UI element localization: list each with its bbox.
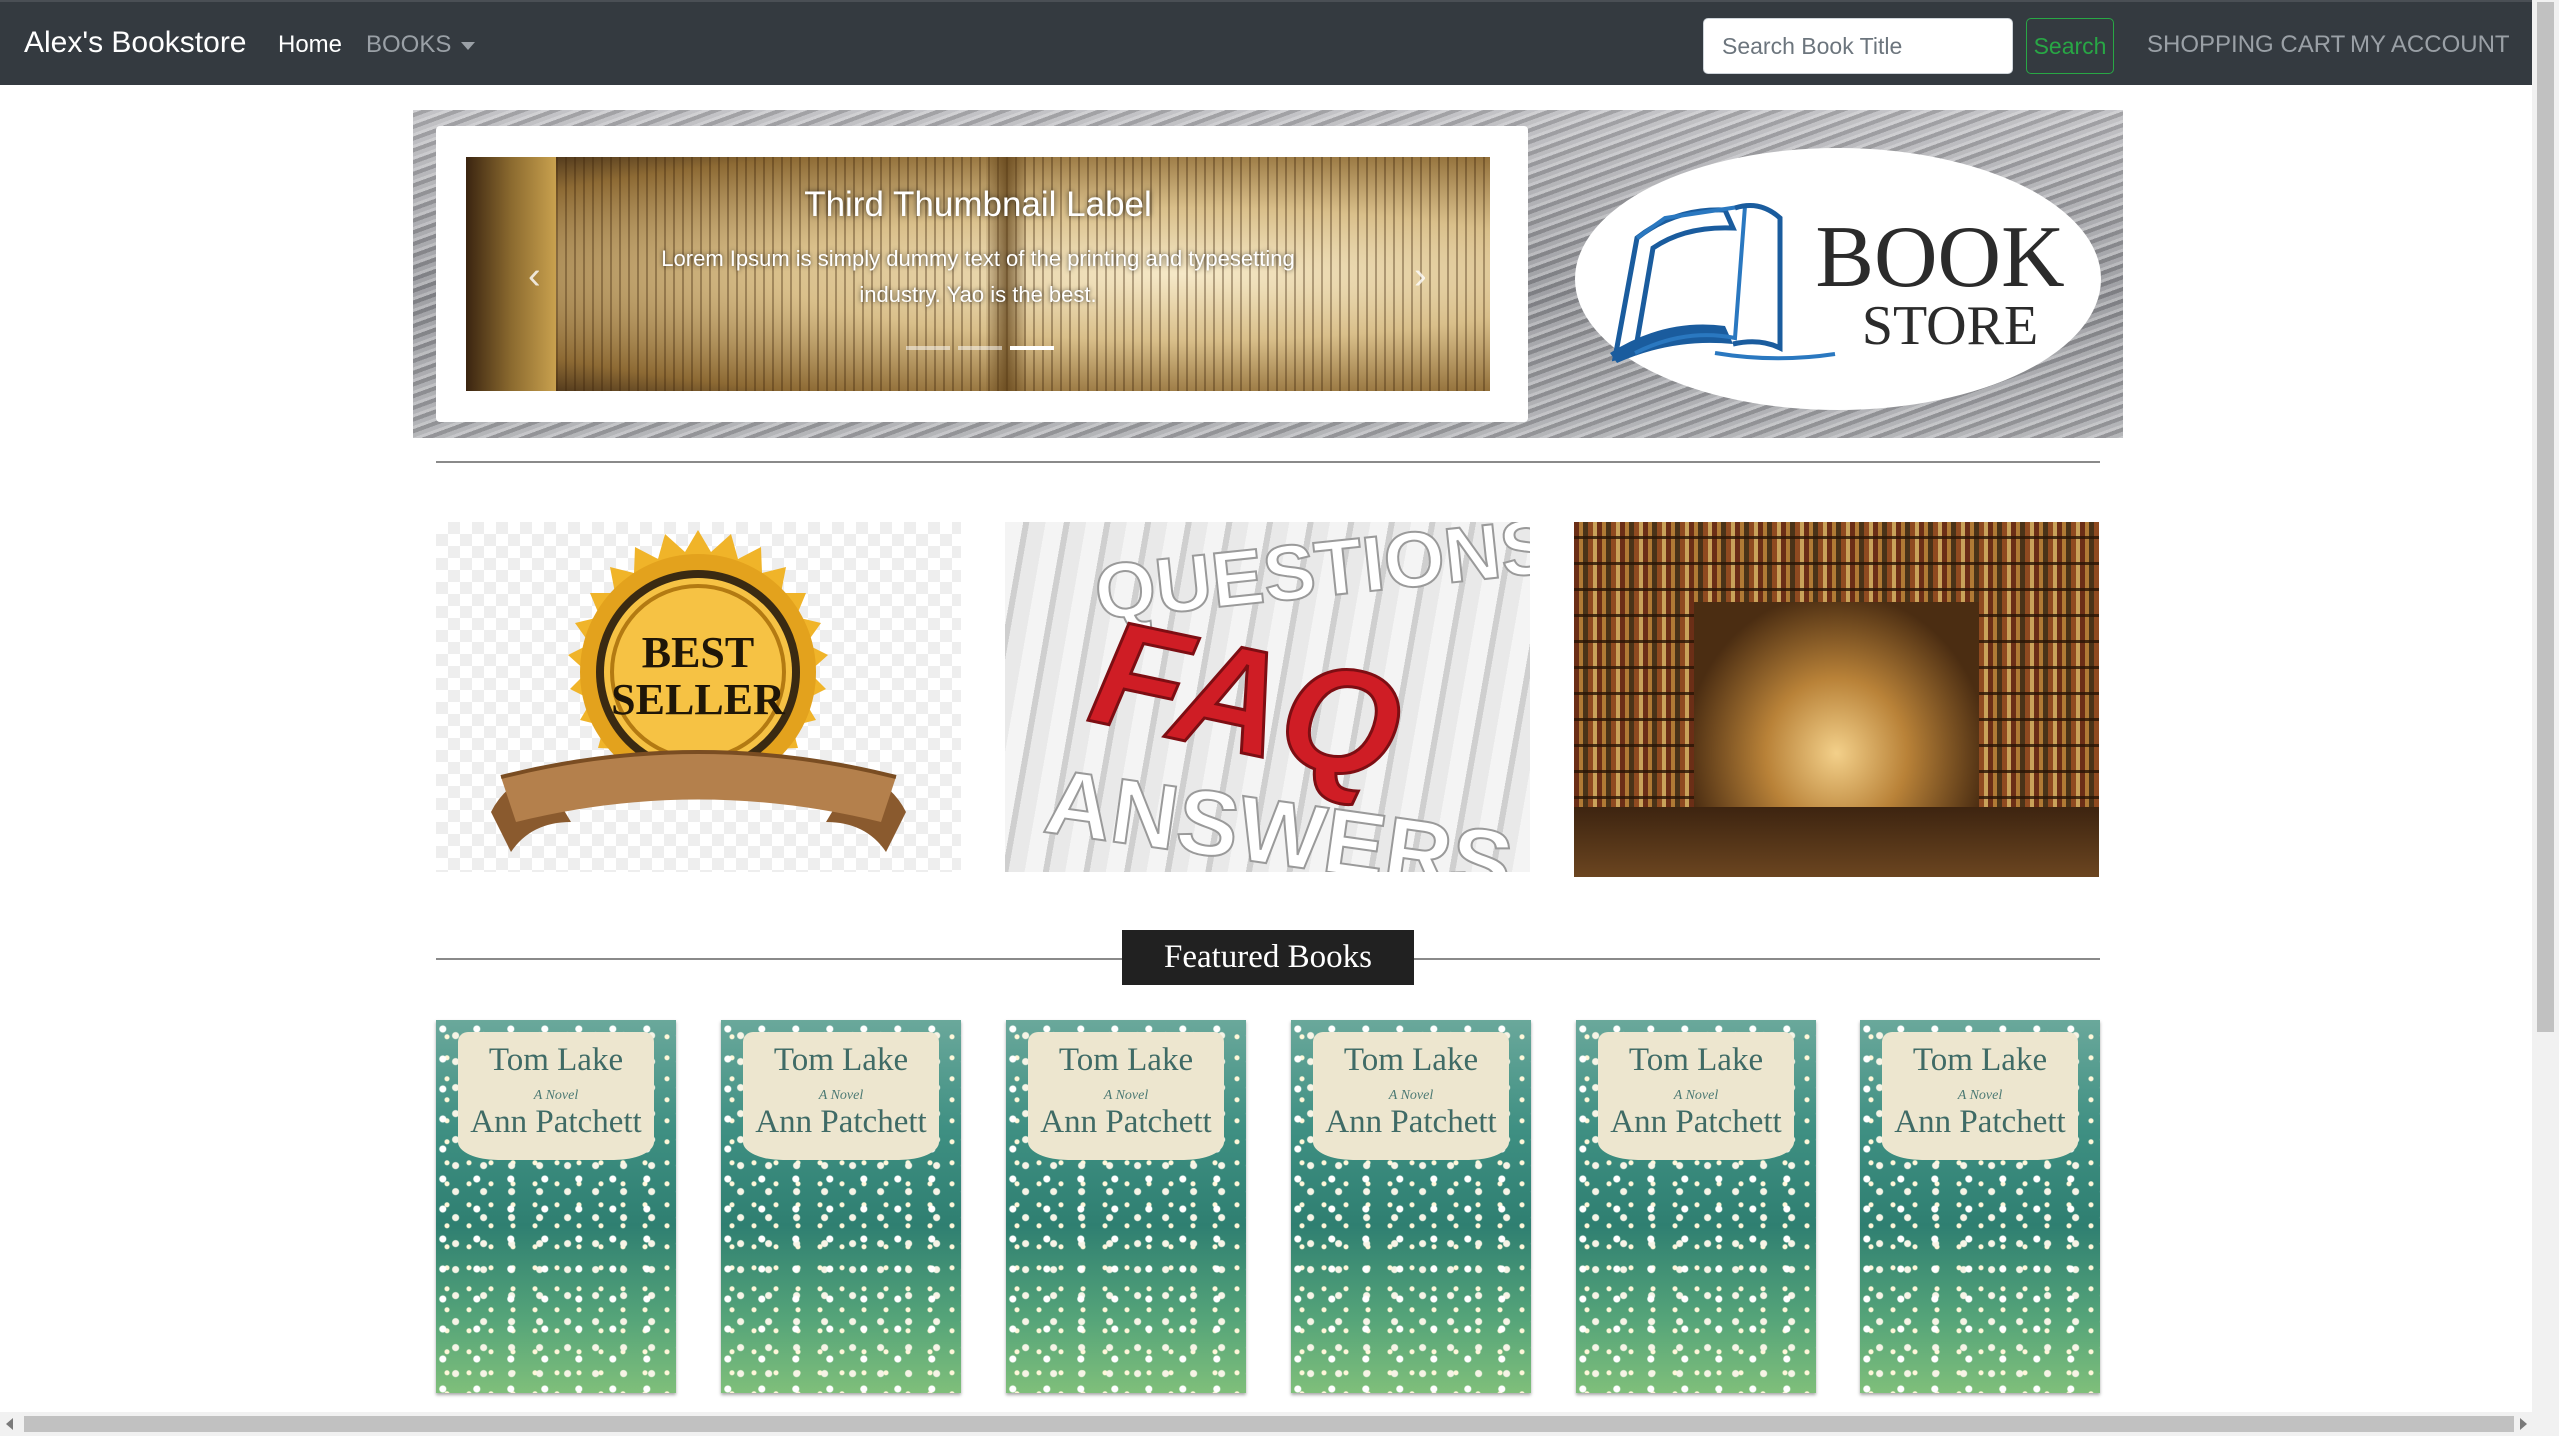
logo-line2: STORE — [1862, 295, 2038, 357]
carousel-frame: Third Thumbnail Label Lorem Ipsum is sim… — [436, 126, 1528, 422]
nav-books-dropdown[interactable]: BOOKS — [366, 31, 476, 59]
book-subtitle: A Novel — [533, 1088, 579, 1103]
horizontal-scrollbar[interactable] — [0, 1412, 2559, 1436]
best-seller-line1: BEST — [642, 628, 755, 677]
featured-book-card[interactable]: Tom Lake A Novel Ann Patchett — [1291, 1020, 1531, 1393]
brand-link[interactable]: Alex's Bookstore — [24, 26, 247, 60]
book-subtitle: A Novel — [818, 1088, 864, 1103]
featured-book-card[interactable]: Tom Lake A Novel Ann Patchett — [436, 1020, 676, 1393]
vertical-scrollbar[interactable] — [2532, 0, 2559, 1412]
best-seller-badge-icon: BEST SELLER — [491, 530, 906, 852]
book-author: Ann Patchett — [1894, 1104, 2066, 1140]
book-cover-label: Tom Lake A Novel Ann Patchett — [743, 1032, 939, 1160]
library-tile[interactable] — [1574, 522, 2099, 877]
carousel-prev-icon[interactable]: ‹ — [528, 255, 558, 297]
book-cover-label: Tom Lake A Novel Ann Patchett — [1882, 1032, 2078, 1160]
nav-home-link[interactable]: Home — [278, 31, 342, 59]
book-author: Ann Patchett — [1040, 1104, 1212, 1140]
search-input[interactable] — [1703, 18, 2013, 74]
book-cover-label: Tom Lake A Novel Ann Patchett — [458, 1032, 654, 1160]
book-title: Tom Lake — [1058, 1042, 1194, 1078]
best-seller-tile[interactable]: BEST SELLER — [436, 522, 961, 872]
book-author: Ann Patchett — [470, 1104, 642, 1140]
book-cover-label: Tom Lake A Novel Ann Patchett — [1313, 1032, 1509, 1160]
scroll-right-icon[interactable] — [2520, 1418, 2527, 1430]
vertical-scrollbar-thumb[interactable] — [2537, 2, 2554, 1032]
featured-book-card[interactable]: Tom Lake A Novel Ann Patchett — [1006, 1020, 1246, 1393]
nav-books-label: BOOKS — [366, 31, 452, 58]
open-book-icon: BOOK STORE — [1610, 203, 2065, 363]
carousel-caption-title: Third Thumbnail Label — [804, 185, 1152, 224]
carousel-indicators — [906, 346, 1056, 350]
carousel-indicator-1[interactable] — [906, 346, 950, 350]
book-subtitle: A Novel — [1388, 1088, 1434, 1103]
library-floor-image — [1574, 807, 2099, 877]
book-title: Tom Lake — [1343, 1042, 1479, 1078]
carousel-indicator-2[interactable] — [958, 346, 1002, 350]
featured-book-card[interactable]: Tom Lake A Novel Ann Patchett — [721, 1020, 961, 1393]
book-subtitle: A Novel — [1673, 1088, 1719, 1103]
book-subtitle: A Novel — [1103, 1088, 1149, 1103]
book-subtitle: A Novel — [1957, 1088, 2003, 1103]
carousel-next-icon[interactable]: › — [1414, 255, 1444, 297]
featured-book-card[interactable]: Tom Lake A Novel Ann Patchett — [1576, 1020, 1816, 1393]
featured-book-card[interactable]: Tom Lake A Novel Ann Patchett — [1860, 1020, 2100, 1393]
book-author: Ann Patchett — [1325, 1104, 1497, 1140]
chevron-down-icon — [461, 41, 476, 50]
book-title: Tom Lake — [1912, 1042, 2048, 1078]
carousel-slide-image: Third Thumbnail Label Lorem Ipsum is sim… — [466, 157, 1490, 391]
book-author: Ann Patchett — [755, 1104, 927, 1140]
section-divider — [436, 461, 2100, 463]
carousel-caption-text: Lorem Ipsum is simply dummy text of the … — [661, 246, 1295, 307]
book-title: Tom Lake — [1628, 1042, 1764, 1078]
faq-tile[interactable]: QUESTIONS ANSWERS FAQ — [1005, 522, 1530, 872]
faq-graphic: QUESTIONS ANSWERS FAQ — [1038, 522, 1530, 872]
nav-my-account-link[interactable]: MY ACCOUNT — [2350, 31, 2510, 59]
scroll-left-icon[interactable] — [6, 1418, 13, 1430]
carousel-indicator-3[interactable] — [1010, 346, 1054, 350]
best-seller-line2: SELLER — [611, 675, 786, 724]
book-cover-label: Tom Lake A Novel Ann Patchett — [1598, 1032, 1794, 1160]
hero-banner: Third Thumbnail Label Lorem Ipsum is sim… — [413, 110, 2123, 438]
featured-books-heading: Featured Books — [1122, 930, 1414, 985]
search-button[interactable]: Search — [2026, 18, 2114, 74]
book-author: Ann Patchett — [1610, 1104, 1782, 1140]
book-title: Tom Lake — [488, 1042, 624, 1078]
bookstore-logo: BOOK STORE — [1575, 148, 2101, 410]
book-title: Tom Lake — [773, 1042, 909, 1078]
logo-line1: BOOK — [1815, 209, 2064, 306]
nav-shopping-cart-link[interactable]: SHOPPING CART — [2147, 31, 2345, 59]
horizontal-scrollbar-thumb[interactable] — [24, 1416, 2514, 1432]
top-navbar: Alex's Bookstore Home BOOKS Search SHOPP… — [0, 0, 2532, 85]
book-cover-label: Tom Lake A Novel Ann Patchett — [1028, 1032, 1224, 1160]
